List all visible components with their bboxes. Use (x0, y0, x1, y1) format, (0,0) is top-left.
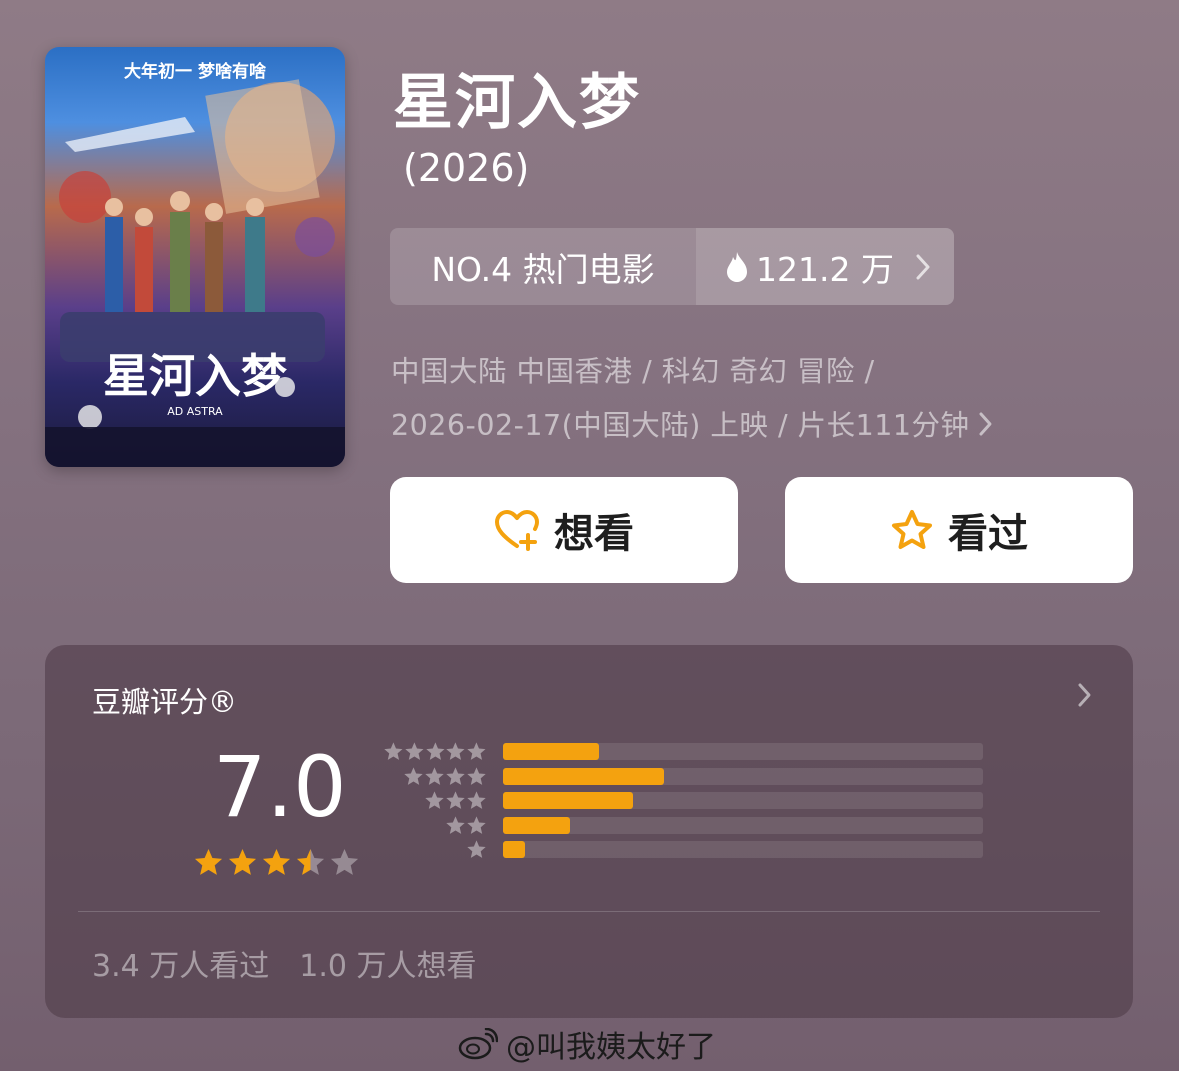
rank-label: NO.4 热门电影 (431, 249, 655, 289)
star-empty-icon (404, 766, 423, 785)
heat-indicator[interactable]: 121.2 万 (696, 228, 954, 305)
distribution-stars (383, 839, 487, 860)
chevron-right-icon (979, 412, 992, 435)
distribution-row-2-star (383, 815, 487, 836)
want-count: 1.0 万人想看 (299, 949, 477, 984)
distribution-bar-track (503, 816, 983, 834)
heat-value: 121.2 万 (756, 249, 894, 289)
star-empty-icon (425, 766, 444, 785)
distribution-bar-fill (503, 792, 633, 809)
star-empty-icon (330, 848, 359, 875)
rating-score: 7.0 (213, 738, 347, 836)
movie-title: 星河入梦 (393, 68, 641, 138)
star-empty-icon (405, 742, 424, 760)
rating-stars (193, 847, 360, 878)
star-empty-icon (467, 815, 486, 834)
distribution-stars (383, 815, 487, 836)
distribution-bar-track (503, 841, 983, 858)
movie-meta-release-text: 2026-02-17(中国大陆) 上映 / 片长111分钟 (391, 409, 970, 442)
movie-poster[interactable]: 大年初一 梦啥有啥 星河入梦 AD ASTRA (45, 47, 345, 467)
star-empty-icon (425, 791, 444, 809)
distribution-row-1-star (383, 839, 487, 860)
divider (78, 911, 1100, 912)
distribution-row-5-star (383, 741, 487, 762)
star-empty-icon (467, 840, 486, 858)
chevron-right-icon[interactable] (1077, 681, 1093, 709)
star-empty-icon (467, 766, 486, 785)
fire-icon (727, 251, 747, 282)
rating-card[interactable]: 豆瓣评分® 7.0 3.4 万人看过 1.0 万人想看 (45, 645, 1133, 1018)
star-filled-icon (262, 848, 291, 875)
star-empty-icon (446, 742, 465, 760)
distribution-row-4-star (383, 766, 487, 787)
star-empty-icon (384, 742, 403, 760)
watermark: @叫我姨太好了 (458, 1022, 716, 1066)
star-filled-icon (228, 848, 257, 875)
poster-artwork: 大年初一 梦啥有啥 星河入梦 AD ASTRA (45, 61, 345, 467)
distribution-bar-fill (503, 816, 571, 834)
star-empty-icon (446, 815, 465, 834)
star-half-icon (296, 848, 325, 875)
star-empty-icon (446, 791, 465, 809)
poster-slogan: 大年初一 梦啥有啥 (124, 61, 267, 82)
watched-button[interactable]: 看过 (785, 477, 1133, 583)
star-outline-icon (892, 510, 932, 549)
rank-chip[interactable]: NO.4 热门电影 121.2 万 (390, 228, 954, 305)
distribution-bar-fill (503, 743, 599, 760)
movie-year: (2026) (403, 146, 530, 190)
star-filled-icon (194, 848, 223, 875)
want-to-watch-button[interactable]: 想看 (390, 477, 738, 583)
star-empty-icon (467, 742, 486, 760)
chevron-right-icon (916, 254, 930, 279)
distribution-bar-fill (503, 841, 525, 858)
watermark-text: @叫我姨太好了 (506, 1030, 716, 1065)
distribution-stars (383, 790, 487, 811)
distribution-row-3-star (383, 790, 487, 811)
seen-count: 3.4 万人看过 (92, 949, 270, 984)
poster-subtitle: AD ASTRA (167, 405, 223, 418)
distribution-bar-track (503, 792, 983, 809)
poster-title: 星河入梦 (103, 349, 287, 403)
distribution-bar-track (503, 767, 983, 785)
distribution-bar-fill (503, 767, 664, 785)
distribution-bar-track (503, 743, 983, 760)
weibo-logo-icon (458, 1028, 498, 1060)
movie-meta-region-genre: 中国大陆 中国香港 / 科幻 奇幻 冒险 / (391, 355, 875, 388)
star-empty-icon (467, 791, 486, 809)
movie-meta-release[interactable]: 2026-02-17(中国大陆) 上映 / 片长111分钟 (391, 403, 994, 444)
distribution-stars (383, 766, 487, 787)
star-empty-icon (446, 766, 465, 785)
star-empty-icon (425, 742, 445, 760)
watched-label: 看过 (948, 511, 1028, 557)
heart-plus-icon (495, 510, 539, 551)
rating-title: 豆瓣评分® (92, 685, 238, 719)
audience-counts: 3.4 万人看过 1.0 万人想看 (92, 941, 477, 985)
want-to-watch-label: 想看 (554, 511, 634, 557)
distribution-stars (383, 741, 487, 762)
